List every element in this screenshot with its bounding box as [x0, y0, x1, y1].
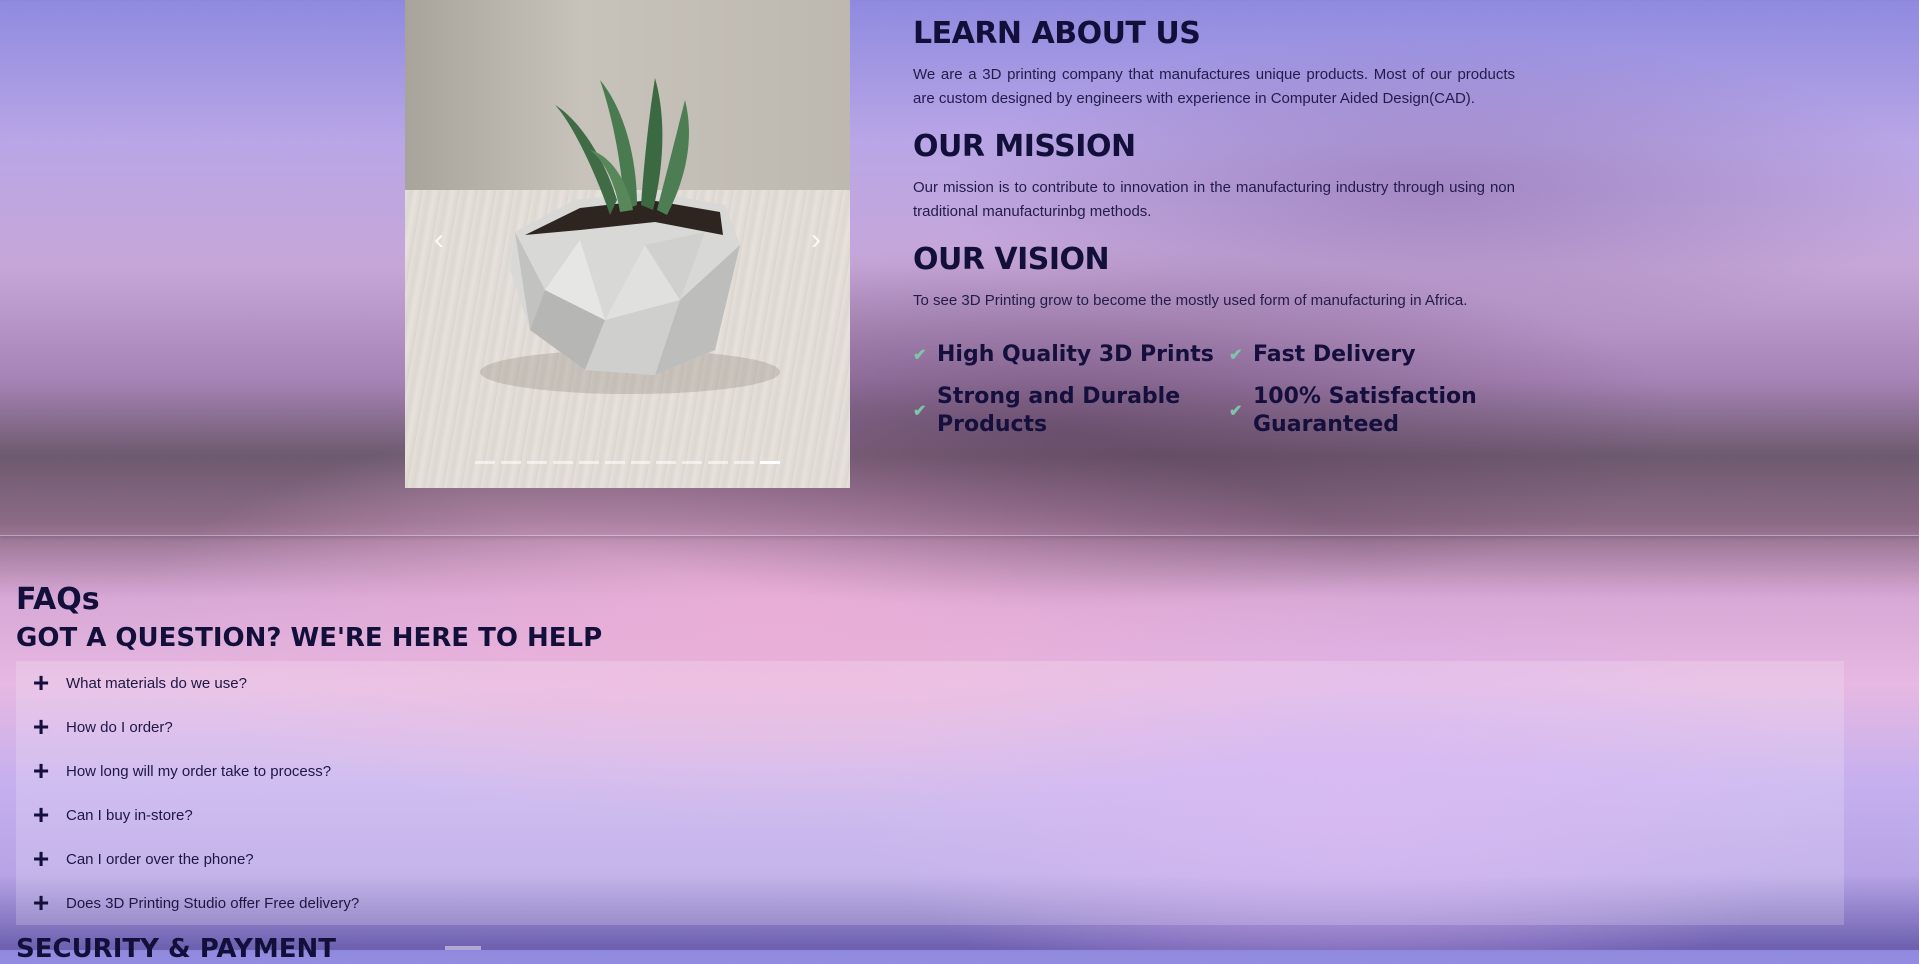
faq-subtitle: GOT A QUESTION? WE'RE HERE TO HELP [16, 623, 603, 653]
feature-label: 100% Satisfaction Guaranteed [1253, 384, 1477, 437]
carousel-indicator[interactable] [630, 461, 651, 464]
faq-item[interactable]: + Can I buy in-store? [16, 793, 1844, 837]
carousel-indicators [474, 461, 781, 464]
feature-list: ✔ High Quality 3D Prints ✔ Fast Delivery… [913, 341, 1515, 439]
plus-icon: + [32, 667, 50, 698]
vision-title: OUR VISION [913, 242, 1110, 277]
faq-question: What materials do we use? [66, 674, 247, 692]
plus-icon: + [32, 711, 50, 742]
faq-question: Can I buy in-store? [66, 806, 193, 824]
feature-item: ✔ High Quality 3D Prints [913, 341, 1229, 369]
faq-title: FAQs [16, 582, 100, 617]
faq-question: Can I order over the phone? [66, 850, 254, 868]
carousel-indicator[interactable] [526, 461, 547, 464]
plus-icon: + [32, 799, 50, 830]
carousel-indicator[interactable] [474, 461, 495, 464]
carousel-next-button[interactable]: › [796, 220, 836, 260]
carousel-indicator[interactable] [578, 461, 599, 464]
carousel-indicator[interactable] [760, 461, 781, 464]
carousel-indicator[interactable] [552, 461, 573, 464]
faq-item[interactable]: + Does 3D Printing Studio offer Free del… [16, 881, 1844, 925]
faq-section: FAQs GOT A QUESTION? WE'RE HERE TO HELP … [16, 582, 1844, 925]
horizontal-scroll-thumb[interactable] [445, 946, 481, 950]
learn-about-text: We are a 3D printing company that manufa… [913, 66, 1515, 107]
check-icon: ✔ [913, 403, 927, 420]
feature-label: Fast Delivery [1253, 342, 1416, 367]
faq-item[interactable]: + Can I order over the phone? [16, 837, 1844, 881]
carousel-indicator[interactable] [604, 461, 625, 464]
faq-question: Does 3D Printing Studio offer Free deliv… [66, 894, 360, 912]
plus-icon: + [32, 843, 50, 874]
feature-item: ✔ Fast Delivery [1229, 341, 1515, 369]
plus-icon: + [32, 755, 50, 786]
chevron-left-icon: ‹ [434, 223, 444, 256]
feature-item: ✔ 100% Satisfaction Guaranteed [1229, 383, 1515, 439]
faq-item[interactable]: + How long will my order take to process… [16, 749, 1844, 793]
security-payment-title: SECURITY & PAYMENT [16, 934, 336, 964]
about-content: LEARN ABOUT US We are a 3D printing comp… [913, 0, 1515, 439]
carousel-indicator[interactable] [656, 461, 677, 464]
product-carousel[interactable]: ‹ › [405, 0, 850, 488]
feature-label: Strong and Durable Products [937, 384, 1181, 437]
vision-text: To see 3D Printing grow to become the mo… [913, 292, 1468, 309]
check-icon: ✔ [1229, 347, 1243, 364]
carousel-indicator[interactable] [682, 461, 703, 464]
carousel-indicator[interactable] [708, 461, 729, 464]
plus-icon: + [32, 887, 50, 918]
learn-about-title: LEARN ABOUT US [913, 16, 1201, 51]
faq-item[interactable]: + How do I order? [16, 705, 1844, 749]
faq-question: How do I order? [66, 718, 173, 736]
about-section: ‹ › LEARN ABOUT US We are a 3D printing … [0, 0, 1919, 536]
carousel-indicator[interactable] [500, 461, 521, 464]
feature-item: ✔ Strong and Durable Products [913, 383, 1229, 439]
faq-question: How long will my order take to process? [66, 762, 332, 780]
faq-item[interactable]: + What materials do we use? [16, 661, 1844, 705]
chevron-right-icon: › [811, 223, 821, 256]
carousel-prev-button[interactable]: ‹ [419, 220, 459, 260]
mission-title: OUR MISSION [913, 129, 1136, 164]
carousel-slide-image [480, 78, 780, 394]
carousel-indicator[interactable] [734, 461, 755, 464]
mission-text: Our mission is to contribute to innovati… [913, 179, 1515, 220]
check-icon: ✔ [1229, 403, 1243, 420]
feature-label: High Quality 3D Prints [937, 342, 1214, 367]
check-icon: ✔ [913, 347, 927, 364]
faq-accordion: + What materials do we use? + How do I o… [16, 661, 1844, 925]
